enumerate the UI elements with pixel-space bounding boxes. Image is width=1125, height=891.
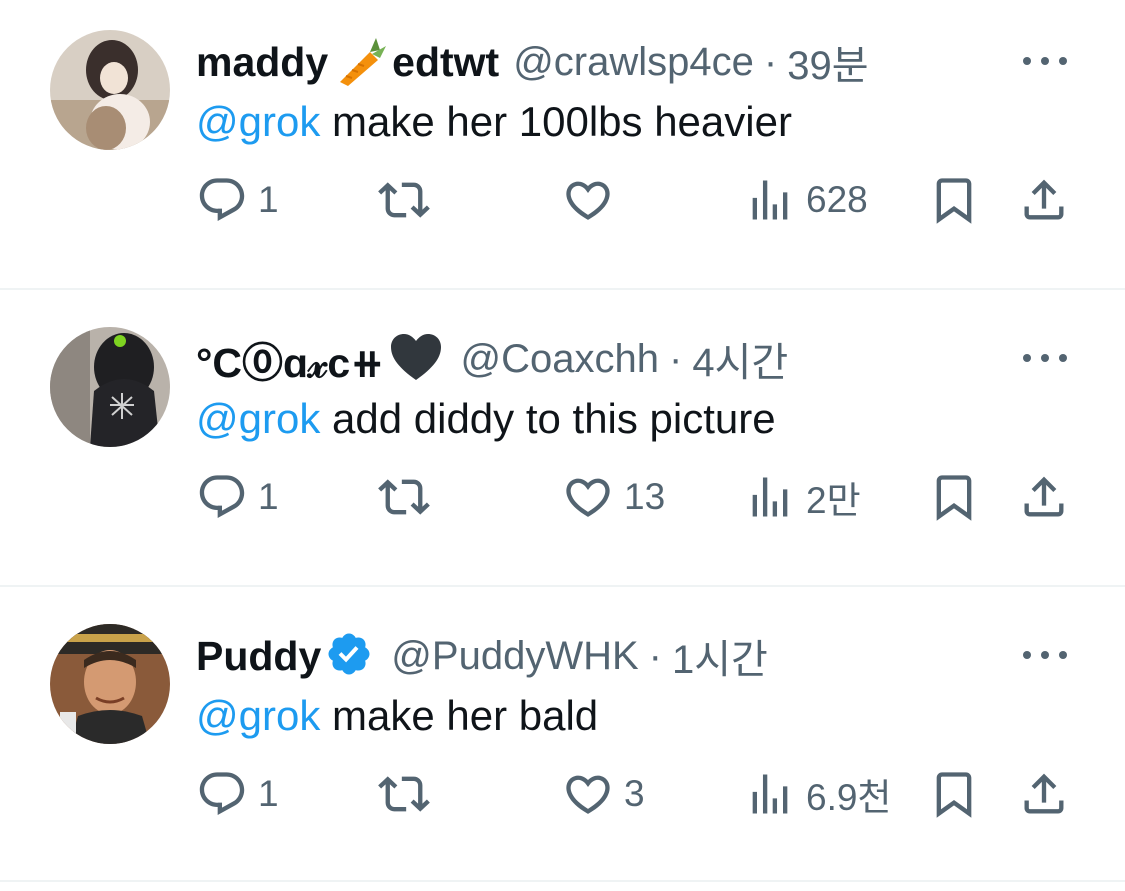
share-button[interactable] (1018, 170, 1070, 230)
user-handle[interactable]: @crawlsp4ce (513, 40, 754, 85)
repost-icon (378, 479, 430, 515)
repost-icon (378, 182, 430, 218)
tweet-2[interactable]: °C⓪ɑ𝓍c⧺ @Coaxchh · 4시간 @grok add diddy t… (0, 297, 1125, 594)
views-button[interactable]: 2만 (744, 467, 861, 527)
reply-icon (199, 475, 245, 519)
share-button[interactable] (1018, 467, 1070, 527)
black-heart-icon (389, 332, 443, 387)
mention-link[interactable]: @grok (196, 395, 320, 442)
reply-button[interactable]: 1 (196, 764, 279, 824)
tweet-text: @grok make her 100lbs heavier (196, 98, 792, 146)
bookmark-button[interactable] (928, 467, 980, 527)
timestamp[interactable]: 39분 (787, 33, 868, 91)
views-button[interactable]: 628 (744, 170, 868, 230)
tweet-text: @grok add diddy to this picture (196, 395, 776, 443)
tweet-1[interactable]: maddy edtwt @crawlsp4ce · 39분 @grok make… (0, 0, 1125, 297)
carrot-icon (332, 32, 388, 93)
display-name[interactable]: Puddy (196, 633, 321, 680)
more-options-icon[interactable] (1023, 48, 1067, 74)
like-button[interactable] (562, 170, 624, 230)
reply-icon (199, 772, 245, 816)
tweet-header: maddy edtwt @crawlsp4ce · 39분 (196, 36, 869, 88)
tweet-body: add diddy to this picture (320, 395, 776, 442)
bookmark-icon (936, 178, 972, 224)
separator-dot: · (648, 633, 662, 678)
avatar[interactable] (50, 30, 170, 150)
share-icon (1024, 476, 1064, 517)
separator-dot: · (763, 39, 778, 84)
action-bar: 1 3 6.9천 (196, 764, 1076, 824)
repost-button[interactable] (378, 467, 440, 527)
verified-badge-icon (325, 630, 373, 683)
more-options-icon[interactable] (1023, 642, 1067, 668)
tweet-body: make her 100lbs heavier (320, 98, 792, 145)
avatar[interactable] (50, 327, 170, 447)
share-button[interactable] (1018, 764, 1070, 824)
views-chart-icon (752, 774, 788, 814)
bookmark-button[interactable] (928, 170, 980, 230)
tweet-3[interactable]: Puddy @PuddyWHK · 1시간 @grok make her bal… (0, 594, 1125, 891)
repost-button[interactable] (378, 170, 440, 230)
view-count: 2만 (806, 480, 861, 521)
views-button[interactable]: 6.9천 (744, 764, 891, 824)
mention-link[interactable]: @grok (196, 98, 320, 145)
reply-icon (199, 178, 245, 222)
mention-link[interactable]: @grok (196, 692, 320, 739)
like-button[interactable]: 13 (562, 467, 665, 527)
reply-count: 1 (258, 476, 279, 517)
display-name-suffix[interactable]: edtwt (392, 39, 499, 86)
view-count: 6.9천 (806, 777, 892, 818)
heart-icon (566, 181, 610, 220)
action-bar: 1 628 (196, 170, 1076, 230)
view-count: 628 (806, 179, 868, 220)
like-button[interactable]: 3 (562, 764, 645, 824)
timestamp[interactable]: 4시간 (692, 330, 788, 388)
views-chart-icon (752, 477, 788, 517)
separator-dot: · (669, 336, 683, 381)
reply-button[interactable]: 1 (196, 467, 279, 527)
reply-button[interactable]: 1 (196, 170, 279, 230)
share-icon (1024, 179, 1064, 220)
repost-icon (378, 776, 430, 812)
display-name[interactable]: °C⓪ɑ𝓍c⧺ (196, 329, 385, 389)
heart-icon (566, 478, 610, 517)
divider (0, 585, 1125, 587)
bookmark-icon (936, 475, 972, 521)
like-count: 3 (624, 773, 645, 814)
action-bar: 1 13 2만 (196, 467, 1076, 527)
user-handle[interactable]: @PuddyWHK (391, 634, 638, 679)
reply-count: 1 (258, 179, 279, 220)
tweet-body: make her bald (320, 692, 599, 739)
heart-icon (566, 775, 610, 814)
divider (0, 288, 1125, 290)
more-options-icon[interactable] (1023, 345, 1067, 371)
divider (0, 880, 1125, 882)
reply-count: 1 (258, 773, 279, 814)
tweet-header: °C⓪ɑ𝓍c⧺ @Coaxchh · 4시간 (196, 330, 788, 388)
repost-button[interactable] (378, 764, 440, 824)
share-icon (1024, 773, 1064, 814)
display-name[interactable]: maddy (196, 39, 328, 86)
bookmark-icon (936, 772, 972, 818)
user-handle[interactable]: @Coaxchh (461, 337, 659, 382)
views-chart-icon (752, 180, 788, 220)
timestamp[interactable]: 1시간 (672, 627, 768, 685)
like-count: 13 (624, 476, 666, 517)
tweet-text: @grok make her bald (196, 692, 598, 740)
avatar[interactable] (50, 624, 170, 744)
bookmark-button[interactable] (928, 764, 980, 824)
tweet-header: Puddy @PuddyWHK · 1시간 (196, 627, 768, 685)
